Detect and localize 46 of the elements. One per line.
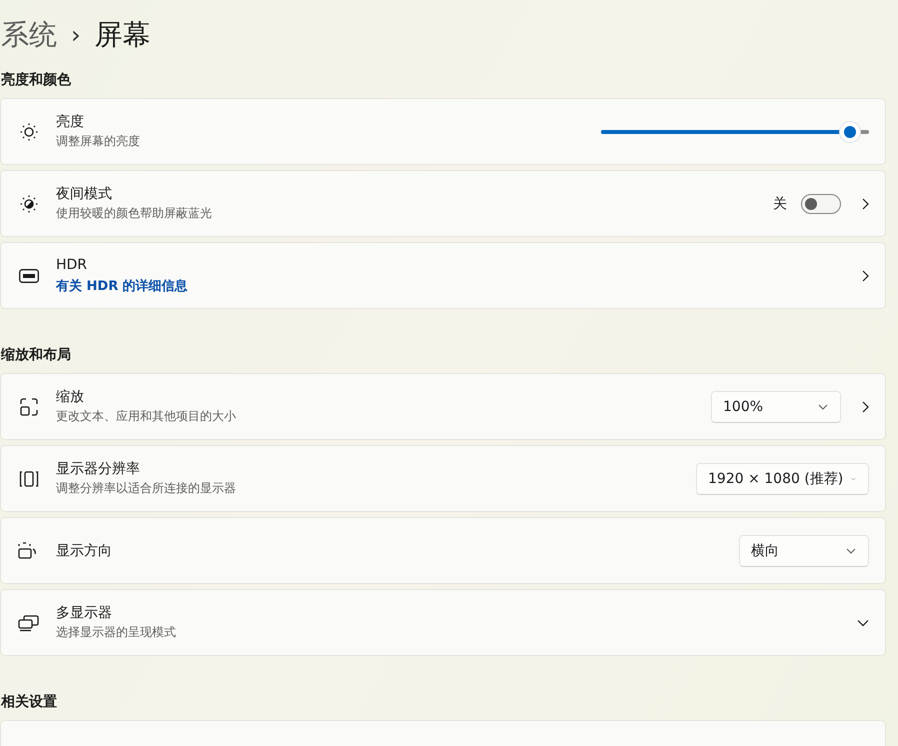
- setting-title: 多显示器: [56, 604, 113, 622]
- info-link[interactable]: 有关 HDR 的详细信息: [56, 278, 188, 294]
- breadcrumb-separator: ›: [71, 21, 81, 49]
- sun-icon: [19, 122, 39, 142]
- setting-title: 显示方向: [56, 542, 113, 560]
- setting-description: 更改文本、应用和其他项目的大小: [56, 408, 237, 425]
- slider[interactable]: [601, 120, 869, 142]
- chevron-right-icon[interactable]: [861, 400, 869, 412]
- half-sun-icon: [19, 194, 39, 214]
- slider-thumb[interactable]: [839, 120, 862, 142]
- settings-card[interactable]: 缩放 更改文本、应用和其他项目的大小 100%: [0, 373, 886, 440]
- toggle-label: 关: [773, 194, 787, 212]
- screen-frame-icon: [19, 470, 39, 488]
- setting-title: HDR: [56, 256, 88, 272]
- setting-title: 夜间模式: [56, 185, 113, 203]
- settings-card[interactable]: 多显示器 选择显示器的呈现模式: [0, 589, 886, 656]
- setting-description: 调整屏幕的亮度: [56, 133, 141, 150]
- setting-title: 亮度: [56, 113, 85, 131]
- settings-card[interactable]: HDR 有关 HDR 的详细信息: [0, 242, 886, 309]
- chevron-right-icon[interactable]: [861, 198, 869, 210]
- setting-description: 使用较暖的颜色帮助屏蔽蓝光: [56, 205, 213, 222]
- breadcrumb-link[interactable]: 系统: [1, 16, 57, 54]
- settings-card[interactable]: 显示器分辨率 调整分辨率以适合所连接的显示器 1920 × 1080 (推荐): [0, 445, 886, 512]
- setting-description: 选择显示器的呈现模式: [56, 624, 177, 641]
- two-monitors-icon: [18, 614, 40, 632]
- toggle-switch[interactable]: [801, 194, 841, 214]
- setting-title: 缩放: [56, 388, 85, 406]
- settings-card[interactable]: 显示方向 横向: [0, 517, 886, 584]
- chevron-down-icon: [846, 548, 856, 554]
- setting-description: 调整分辨率以适合所连接的显示器: [56, 480, 237, 497]
- chevron-down-icon: [818, 404, 828, 410]
- section-heading: 亮度和颜色: [1, 70, 72, 90]
- dropdown[interactable]: 1920 × 1080 (推荐): [696, 462, 869, 494]
- resize-icon: [19, 396, 39, 416]
- chevron-right-icon[interactable]: [861, 270, 869, 282]
- section-heading: 缩放和布局: [1, 346, 72, 365]
- dropdown[interactable]: 横向: [739, 534, 869, 566]
- setting-title: 显示器分辨率: [56, 460, 141, 478]
- chevron-down-icon: [851, 476, 856, 482]
- page-title: 屏幕: [94, 17, 151, 53]
- hdr-icon: [19, 268, 39, 282]
- settings-card[interactable]: 夜间模式 使用较暖的颜色帮助屏蔽蓝光 关: [0, 170, 886, 237]
- dropdown[interactable]: 100%: [711, 390, 841, 422]
- settings-card[interactable]: 亮度 调整屏幕的亮度: [0, 98, 886, 165]
- chevron-down-icon[interactable]: [857, 618, 869, 626]
- section-heading: 相关设置: [1, 693, 58, 712]
